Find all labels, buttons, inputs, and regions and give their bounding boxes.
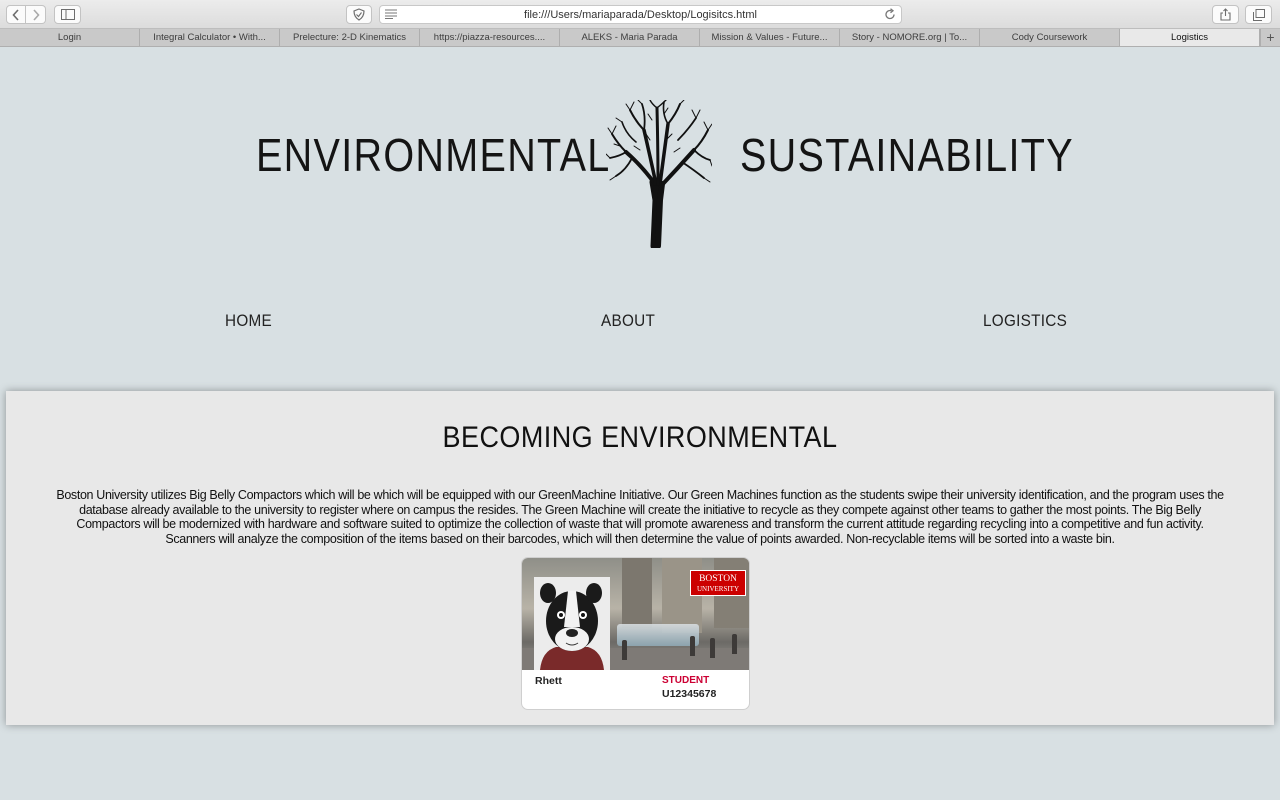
chevron-right-icon [32, 8, 40, 21]
section-title: BECOMING ENVIRONMENTAL [442, 421, 838, 454]
logo-line-1: BOSTON [699, 574, 737, 584]
share-icon [1220, 8, 1231, 21]
sidebar-icon [60, 9, 75, 20]
boston-university-logo: BOSTON UNIVERSITY [690, 570, 746, 596]
sidebar-toggle-button[interactable] [54, 5, 81, 24]
tab-mission-values[interactable]: Mission & Values - Future... [700, 29, 840, 46]
tab-piazza[interactable]: https://piazza-resources.... [420, 29, 560, 46]
tab-login[interactable]: Login [0, 29, 140, 46]
tab-overview-button[interactable] [1245, 5, 1272, 24]
logo-line-2: UNIVERSITY [697, 585, 739, 593]
nav-home-link[interactable]: HOME [225, 311, 272, 331]
site-title-left: ENVIRONMENTAL [256, 129, 611, 181]
shield-icon [353, 8, 365, 21]
section-body: Boston University utilizes Big Belly Com… [56, 488, 1224, 546]
card-holder-name: Rhett [535, 675, 562, 687]
tab-nomore[interactable]: Story - NOMORE.org | To... [840, 29, 980, 46]
tabs-icon [1252, 8, 1265, 21]
tree-icon [606, 100, 712, 248]
mascot-photo [534, 577, 610, 670]
new-tab-button[interactable]: + [1260, 29, 1280, 46]
tab-integral-calculator[interactable]: Integral Calculator • With... [140, 29, 280, 46]
student-id-card-image: BOSTON UNIVERSITY Rhett STUDENT U1234567… [521, 557, 750, 710]
chevron-left-icon [12, 8, 19, 21]
mascot-icon [534, 577, 610, 670]
tab-prelecture[interactable]: Prelecture: 2-D Kinematics [280, 29, 420, 46]
privacy-report-button[interactable] [346, 5, 372, 24]
browser-toolbar: file:///Users/mariaparada/Desktop/Logisi… [0, 0, 1280, 29]
share-button[interactable] [1212, 5, 1239, 24]
tab-aleks[interactable]: ALEKS - Maria Parada [560, 29, 700, 46]
url-text[interactable]: file:///Users/mariaparada/Desktop/Logisi… [380, 9, 901, 21]
reload-icon[interactable] [884, 8, 896, 21]
nav-logistics-link[interactable]: LOGISTICS [983, 311, 1067, 331]
card-id-number: U12345678 [662, 688, 717, 700]
content-panel: BECOMING ENVIRONMENTAL Boston University… [6, 391, 1274, 725]
back-button[interactable] [6, 5, 26, 24]
tab-bar: Login Integral Calculator • With... Prel… [0, 29, 1280, 47]
nav-about-link[interactable]: ABOUT [601, 311, 655, 331]
address-bar[interactable]: file:///Users/mariaparada/Desktop/Logisi… [379, 5, 902, 24]
tab-cody-coursework[interactable]: Cody Coursework [980, 29, 1120, 46]
tab-logistics[interactable]: Logistics [1120, 29, 1260, 46]
site-title-right: SUSTAINABILITY [740, 129, 1074, 181]
forward-button[interactable] [26, 5, 46, 24]
card-role: STUDENT [662, 675, 710, 686]
